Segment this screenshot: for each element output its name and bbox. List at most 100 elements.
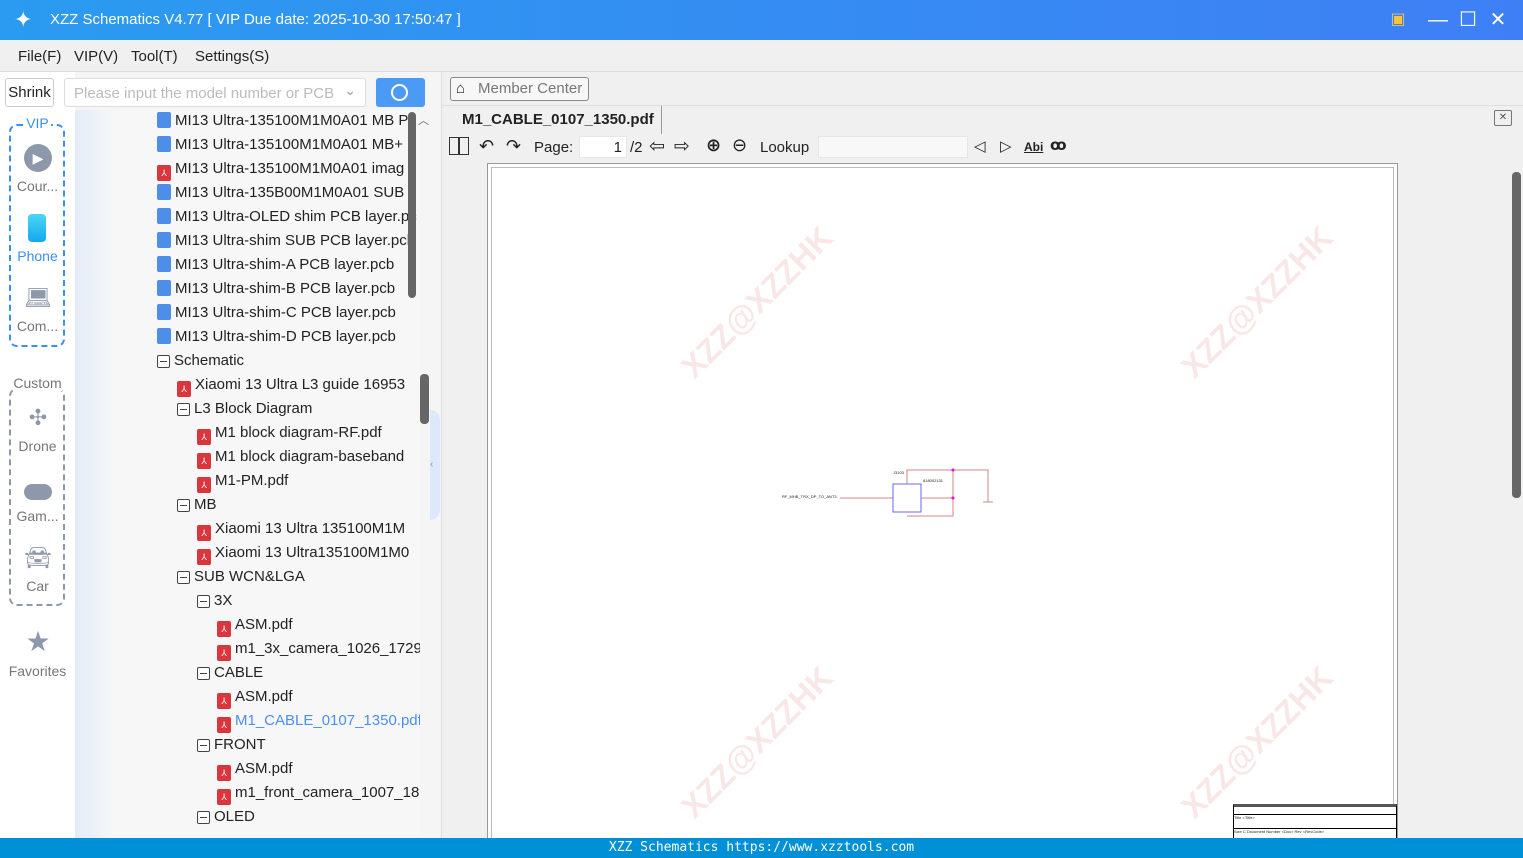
vip-bag-icon[interactable]: ▣ [1386, 8, 1410, 32]
nav-drone[interactable]: Drone [0, 438, 75, 454]
menu-tool[interactable]: Tool(T) [131, 48, 178, 65]
nav-car[interactable]: Car [0, 578, 75, 594]
menu-settings[interactable]: Settings(S) [195, 48, 269, 65]
pcb-file-icon [157, 304, 171, 320]
custom-label: Custom [13, 375, 62, 391]
tree-folder[interactable]: L3 Block Diagram [177, 400, 420, 424]
tree-file[interactable]: MI13 Ultra-shim-D PCB layer.pcb [157, 328, 420, 352]
minimize-button[interactable]: — [1426, 8, 1450, 32]
rotate-left-icon[interactable]: ↶ [479, 136, 494, 157]
tree-file[interactable]: MI13 Ultra-135B00M1M0A01 SUB [157, 184, 420, 208]
tree-file[interactable]: ⅄ m1_front_camera_1007_18 [217, 784, 420, 808]
two-page-icon[interactable] [449, 137, 469, 155]
car-icon[interactable]: 🚘︎ [24, 544, 52, 572]
rotate-right-icon[interactable]: ↷ [506, 136, 521, 157]
nav-courses[interactable]: Cour... [0, 178, 75, 194]
tree-item-label: M1-PM.pdf [215, 472, 289, 489]
member-center-button[interactable]: ⌂ Member Center [450, 77, 589, 101]
collapse-icon[interactable] [177, 403, 190, 416]
nav-games[interactable]: Gam... [0, 508, 75, 524]
doc-value: <Doc> [1281, 829, 1294, 834]
collapse-icon[interactable] [177, 499, 190, 512]
gamepad-icon[interactable] [24, 484, 52, 500]
nav-phone[interactable]: Phone [0, 248, 75, 264]
title-label: Title [1234, 815, 1242, 820]
tree-file[interactable]: MI13 Ultra-shim-A PCB layer.pcb [157, 256, 420, 280]
panel-scrollbar[interactable] [420, 374, 429, 424]
tree-file[interactable]: ⅄ M1_CABLE_0107_1350.pdf [217, 712, 420, 736]
page-input[interactable]: 1 [579, 136, 627, 158]
tree-item-label: Schematic [174, 352, 245, 369]
collapse-icon[interactable] [177, 571, 190, 584]
tree-folder[interactable]: OLED [197, 808, 420, 832]
tree-folder[interactable]: MB [177, 496, 420, 520]
menu-file[interactable]: File(F) [18, 48, 61, 65]
binoculars-icon[interactable]: ꝏ [1050, 136, 1067, 154]
model-search-input[interactable]: Please input the model number or PCB ⌄ [64, 78, 366, 107]
tree-file[interactable]: ⅄ ASM.pdf [217, 760, 420, 784]
nav-computer[interactable]: Com... [0, 318, 75, 334]
prev-page-icon[interactable]: ⇦ [649, 135, 665, 158]
tree-file[interactable]: MI13 Ultra-OLED shim PCB layer.pc [157, 208, 420, 232]
net-label: RF_MHB_TRX_DP_TO_ANT3 [782, 494, 837, 499]
star-icon[interactable]: ★ [24, 628, 52, 656]
find-prev-icon[interactable]: ◁ [974, 137, 986, 155]
tree-folder[interactable]: FRONT [197, 736, 420, 760]
scroll-up-icon[interactable]: ︿ [418, 112, 429, 128]
tree-item-label: MI13 Ultra-OLED shim PCB layer.pc [175, 208, 417, 225]
phone-icon[interactable] [28, 214, 46, 242]
zoom-in-icon[interactable]: ⊕ [706, 135, 721, 156]
match-case-icon[interactable]: Abi [1024, 140, 1043, 154]
tree-file[interactable]: MI13 Ultra-shim-B PCB layer.pcb [157, 280, 420, 304]
search-button[interactable] [376, 78, 425, 107]
close-button[interactable]: ✕ [1486, 8, 1510, 32]
next-page-icon[interactable]: ⇨ [674, 135, 690, 158]
zoom-out-icon[interactable]: ⊖ [732, 135, 747, 156]
collapse-panel-handle[interactable]: ‹ [430, 410, 440, 520]
collapse-icon[interactable] [157, 355, 170, 368]
document-tab[interactable]: M1_CABLE_0107_1350.pdf [450, 106, 662, 134]
pdf-file-icon: ⅄ [197, 429, 211, 445]
tree-scrollbar[interactable] [408, 112, 416, 298]
close-document-icon[interactable]: ✕ [1494, 110, 1512, 126]
tree-file[interactable]: ⅄ m1_3x_camera_1026_1729 [217, 640, 420, 664]
collapse-icon[interactable] [197, 739, 210, 752]
tree-folder[interactable]: Schematic [157, 352, 420, 376]
chevron-down-icon[interactable]: ⌄ [344, 82, 356, 99]
collapse-icon[interactable] [197, 667, 210, 680]
tree-file[interactable]: MI13 Ultra-shim-C PCB layer.pcb [157, 304, 420, 328]
tree-file[interactable]: MI13 Ultra-135100M1M0A01 MB+ [157, 136, 420, 160]
maximize-button[interactable]: ☐ [1456, 8, 1480, 32]
collapse-icon[interactable] [197, 595, 210, 608]
tree-file[interactable]: ⅄ Xiaomi 13 Ultra135100M1M0 [197, 544, 420, 568]
tree-file[interactable]: ⅄ M1 block diagram-baseband [197, 448, 420, 472]
find-next-icon[interactable]: ▷ [1000, 137, 1012, 155]
tree-file[interactable]: ⅄ ASM.pdf [217, 688, 420, 712]
pdf-page[interactable]: XZZ@XZZHK XZZ@XZZHK XZZ@XZZHK XZZ@XZZHK … [487, 163, 1398, 844]
tree-item-label: MB [194, 496, 217, 513]
tree-folder[interactable]: SUB WCN&LGA [177, 568, 420, 592]
tree-file[interactable]: ⅄ Xiaomi 13 Ultra L3 guide 16953 [177, 376, 420, 400]
page-scrollbar[interactable] [1512, 172, 1521, 498]
pcb-file-icon [157, 208, 171, 224]
tree-file[interactable]: ⅄ M1-PM.pdf [197, 472, 420, 496]
tree-file[interactable]: ⅄ MI13 Ultra-135100M1M0A01 imag [157, 160, 420, 184]
tree-file[interactable]: ⅄ ASM.pdf [217, 616, 420, 640]
drone-icon[interactable]: ✣ [24, 404, 52, 432]
tree-folder[interactable]: 3X [197, 592, 420, 616]
laptop-icon[interactable]: 💻︎ [24, 284, 52, 312]
tree-file[interactable]: MI13 Ultra-shim SUB PCB layer.pcb [157, 232, 420, 256]
tree-folder[interactable]: CABLE [197, 664, 420, 688]
page-total: /2 [630, 139, 643, 156]
tree-item-label: MI13 Ultra-shim-C PCB layer.pcb [175, 304, 396, 321]
tree-item-label: MI13 Ultra-shim-B PCB layer.pcb [175, 280, 396, 297]
menu-vip[interactable]: VIP(V) [74, 48, 118, 65]
nav-favorites[interactable]: Favorites [0, 663, 75, 679]
collapse-icon[interactable] [197, 811, 210, 824]
play-icon[interactable]: ▶ [24, 144, 52, 172]
tree-file[interactable]: ⅄ M1 block diagram-RF.pdf [197, 424, 420, 448]
tree-file[interactable]: MI13 Ultra-135100M1M0A01 MB P [157, 112, 420, 136]
shrink-button[interactable]: Shrink [5, 78, 54, 107]
tree-file[interactable]: ⅄ Xiaomi 13 Ultra 135100M1M [197, 520, 420, 544]
lookup-input[interactable] [818, 136, 968, 158]
